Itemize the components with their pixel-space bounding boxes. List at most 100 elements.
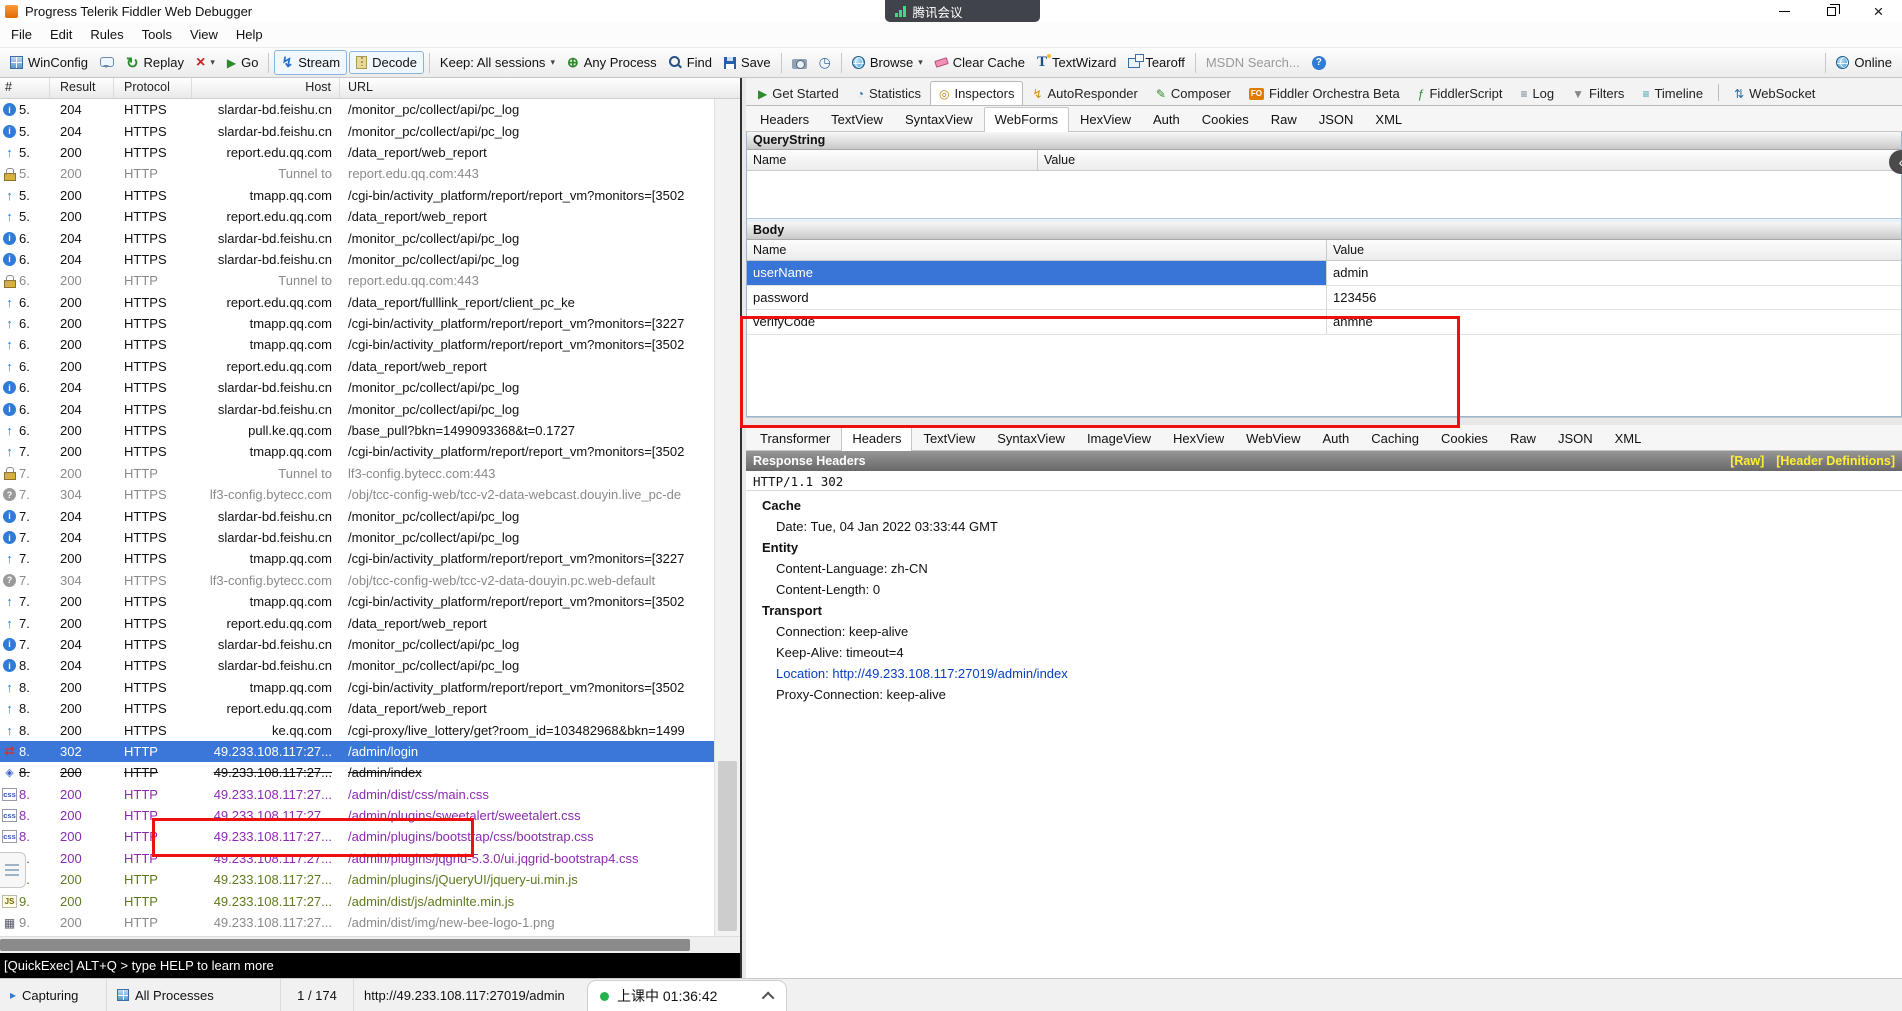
body-param-row[interactable]: password 123456 <box>747 285 1901 310</box>
querystring-name-column[interactable]: Name <box>747 150 1038 170</box>
header-item[interactable]: Content-Language: zh-CN <box>746 558 1902 579</box>
body-param-row[interactable]: verifyCode anmne <box>747 310 1901 335</box>
remove-sessions-button[interactable]: × ▾ <box>190 51 221 75</box>
go-button[interactable]: ▶ Go <box>221 52 265 73</box>
request-tab-xml[interactable]: XML <box>1364 107 1413 132</box>
menu-item-view[interactable]: View <box>181 24 227 45</box>
class-timer-overlay[interactable]: 上课中 01:36:42 <box>587 980 787 1011</box>
session-row[interactable]: ? 7. 304 HTTPS lf3-config.bytecc.com/obj/tcc… <box>0 484 714 505</box>
decode-toggle[interactable]: Decode <box>349 51 424 74</box>
session-row[interactable]: ↑ 7. 200 HTTPS tmapp.qq.com/cgi-bin/activity… <box>0 591 714 612</box>
header-group-transport[interactable]: Transport <box>746 600 1902 621</box>
body-name-column[interactable]: Name <box>747 240 1327 260</box>
session-row[interactable]: ↑ 5. 200 HTTPS tmapp.qq.com/cgi-bin/activity… <box>0 185 714 206</box>
request-tab-auth[interactable]: Auth <box>1142 107 1191 132</box>
request-tab-raw[interactable]: Raw <box>1260 107 1308 132</box>
session-row[interactable]: i 7. 204 HTTPS slardar-bd.feishu.cn/monitor_… <box>0 505 714 526</box>
clear-cache-button[interactable]: Clear Cache <box>929 52 1031 73</box>
request-tab-cookies[interactable]: Cookies <box>1191 107 1260 132</box>
session-row[interactable]: i 6. 204 HTTPS slardar-bd.feishu.cn/monitor_… <box>0 377 714 398</box>
session-row[interactable]: 5. 200 HTTP Tunnel to report.edu.qq.com:443 <box>0 163 714 184</box>
header-item[interactable]: Proxy-Connection: keep-alive <box>746 684 1902 705</box>
tab-inspectors[interactable]: ◎ Inspectors <box>929 81 1024 105</box>
vertical-scrollbar[interactable] <box>714 99 740 936</box>
request-tab-textview[interactable]: TextView <box>820 107 894 132</box>
response-tab-transformer[interactable]: Transformer <box>749 426 841 451</box>
comment-button[interactable] <box>94 56 120 70</box>
tab-filters[interactable]: ▼ Filters <box>1563 81 1633 105</box>
menu-item-tools[interactable]: Tools <box>133 24 181 45</box>
process-filter[interactable]: All Processes <box>107 979 281 1011</box>
column-header-host[interactable]: Host <box>192 78 340 98</box>
header-item[interactable]: Date: Tue, 04 Jan 2022 03:33:44 GMT <box>746 516 1902 537</box>
textwizard-button[interactable]: T TextWizard <box>1031 51 1122 74</box>
session-row[interactable]: ↑ 6. 200 HTTPS report.edu.qq.com/data_report… <box>0 356 714 377</box>
request-tab-json[interactable]: JSON <box>1308 107 1365 132</box>
keep-sessions-dropdown[interactable]: Keep: All sessions ▾ <box>434 52 561 73</box>
session-row[interactable]: JS 9. 200 HTTP 49.233.108.117:27.../admin/di… <box>0 890 714 911</box>
tab-timeline[interactable]: ≡ Timeline <box>1633 81 1712 105</box>
tab-statistics[interactable]: ◔ Statistics <box>848 81 930 105</box>
menu-item-edit[interactable]: Edit <box>41 24 81 45</box>
tab-autoresponder[interactable]: ↯ AutoResponder <box>1023 81 1146 105</box>
tab-websocket[interactable]: ⇅ WebSocket <box>1725 81 1824 105</box>
body-value-column[interactable]: Value <box>1327 240 1901 260</box>
response-tab-auth[interactable]: Auth <box>1312 426 1361 451</box>
session-row[interactable]: css8.200HTTP49.233.108.117:27.../admin/p… <box>0 848 714 869</box>
capturing-indicator[interactable]: ▸ Capturing <box>0 979 107 1011</box>
session-row[interactable]: css8.200HTTP49.233.108.117:27.../admin/p… <box>0 805 714 826</box>
session-row[interactable]: i 8. 204 HTTPS slardar-bd.feishu.cn/monitor_… <box>0 655 714 676</box>
session-row[interactable]: 6. 200 HTTP Tunnel to report.edu.qq.com:443 <box>0 270 714 291</box>
request-tab-syntaxview[interactable]: SyntaxView <box>894 107 984 132</box>
save-button[interactable]: Save <box>718 52 777 73</box>
request-tab-headers[interactable]: Headers <box>749 107 820 132</box>
session-row[interactable]: ↑ 6. 200 HTTPS tmapp.qq.com/cgi-bin/activity… <box>0 313 714 334</box>
column-header-number[interactable]: # <box>0 78 50 98</box>
inspector-splitter[interactable] <box>746 417 1902 425</box>
response-tab-hexview[interactable]: HexView <box>1162 426 1235 451</box>
session-row[interactable]: JS8.200HTTP49.233.108.117:27.../admin/pl… <box>0 869 714 890</box>
session-row[interactable]: ↑ 7. 200 HTTPS tmapp.qq.com/cgi-bin/activity… <box>0 548 714 569</box>
request-tab-hexview[interactable]: HexView <box>1069 107 1142 132</box>
response-tab-syntaxview[interactable]: SyntaxView <box>986 426 1076 451</box>
find-button[interactable]: Find <box>663 52 718 73</box>
chevron-up-icon[interactable] <box>761 991 775 1004</box>
response-tab-cookies[interactable]: Cookies <box>1430 426 1499 451</box>
response-tab-caching[interactable]: Caching <box>1360 426 1430 451</box>
session-row[interactable]: 7. 200 HTTP Tunnel to lf3-config.bytecc.com:… <box>0 463 714 484</box>
session-row[interactable]: ↑ 6. 200 HTTPS tmapp.qq.com/cgi-bin/activity… <box>0 334 714 355</box>
vertical-scrollbar-thumb[interactable] <box>718 761 737 931</box>
tearoff-button[interactable]: Tearoff <box>1122 52 1191 73</box>
screenshot-button[interactable] <box>786 54 813 72</box>
floating-widget[interactable] <box>0 852 26 888</box>
querystring-value-column[interactable]: Value <box>1038 150 1901 170</box>
menu-item-help[interactable]: Help <box>227 24 272 45</box>
replay-button[interactable]: ↻ Replay <box>120 51 190 75</box>
tab-composer[interactable]: ✎ Composer <box>1147 81 1240 105</box>
any-process-button[interactable]: ⊕ Any Process <box>561 51 663 74</box>
querystring-section-header[interactable]: QueryString <box>747 132 1901 150</box>
session-row[interactable]: ↑ 6. 200 HTTPS report.edu.qq.com/data_report… <box>0 292 714 313</box>
header-item[interactable]: Connection: keep-alive <box>746 621 1902 642</box>
response-tab-json[interactable]: JSON <box>1547 426 1604 451</box>
column-header-result[interactable]: Result <box>50 78 114 98</box>
browse-button[interactable]: Browse ▾ <box>846 52 929 73</box>
msdn-search-label[interactable]: MSDN Search... <box>1200 55 1306 70</box>
session-row[interactable]: ↑ 8. 200 HTTPS ke.qq.com/cgi-proxy/live_lott… <box>0 719 714 740</box>
session-row[interactable]: i 6. 204 HTTPS slardar-bd.feishu.cn/monitor_… <box>0 227 714 248</box>
header-link-raw[interactable]: [Raw] <box>1730 454 1764 468</box>
meeting-overlay[interactable]: 腾讯会议 <box>885 0 1040 22</box>
tab-get-started[interactable]: ▶ Get Started <box>749 81 848 105</box>
horizontal-scrollbar-thumb[interactable] <box>0 939 690 951</box>
session-row[interactable]: i 7. 204 HTTPS slardar-bd.feishu.cn/monitor_… <box>0 634 714 655</box>
body-section-header[interactable]: Body <box>747 222 1901 240</box>
session-row[interactable]: ? 7. 304 HTTPS lf3-config.bytecc.com/obj/tcc… <box>0 570 714 591</box>
response-tab-xml[interactable]: XML <box>1604 426 1653 451</box>
session-row[interactable]: ↑ 8. 200 HTTPS report.edu.qq.com/data_report… <box>0 698 714 719</box>
header-item[interactable]: Content-Length: 0 <box>746 579 1902 600</box>
minimize-button[interactable] <box>1761 0 1808 22</box>
timer-button[interactable]: ◷ <box>813 51 837 74</box>
session-row[interactable]: ↑ 8. 200 HTTPS tmapp.qq.com/cgi-bin/activity… <box>0 677 714 698</box>
session-row[interactable]: i 6. 204 HTTPS slardar-bd.feishu.cn/monitor_… <box>0 398 714 419</box>
session-row[interactable]: ◈ 8. 200 HTTP 49.233.108.117:27.../admin/ind… <box>0 762 714 783</box>
